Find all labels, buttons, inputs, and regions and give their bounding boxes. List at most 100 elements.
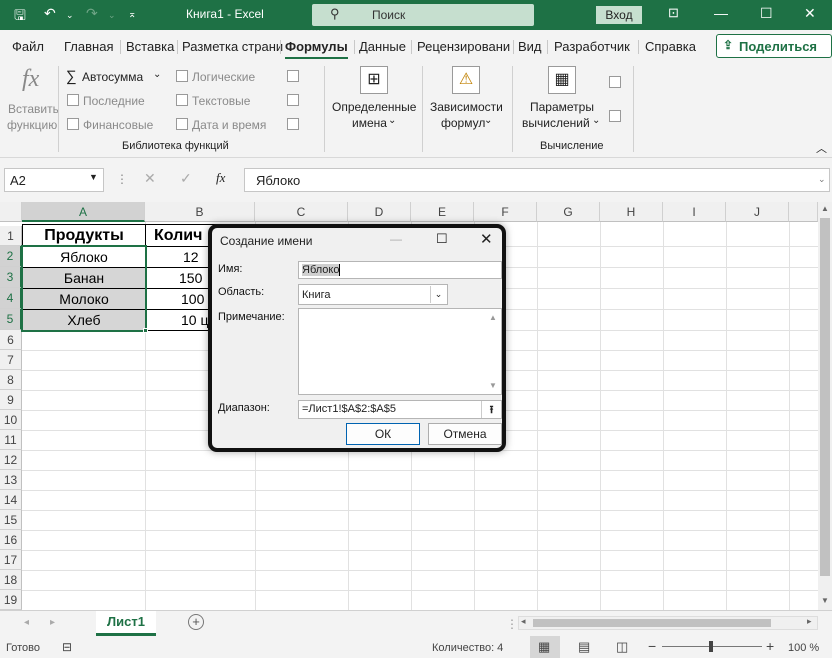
collapse-ribbon-icon[interactable]: ︿ [816,140,827,156]
customize-qat-icon[interactable]: ⌅ [128,9,136,20]
vertical-scrollbar[interactable]: ▲ ▼ [818,202,832,610]
row-header-3[interactable]: 3 [0,267,22,288]
tab-insert[interactable]: Вставка [126,39,174,54]
lookup-icon[interactable] [287,70,299,82]
maximize-icon[interactable]: ☐ [760,5,773,22]
column-header-h[interactable]: H [600,202,663,222]
sign-in-button[interactable]: Вход [596,6,642,24]
next-sheet-icon[interactable]: ▸ [50,617,55,628]
cell-a1[interactable]: Продукты [23,225,145,246]
tab-formulas[interactable]: Формулы [285,39,348,59]
calc-params-button-line2[interactable]: вычислений [522,116,590,130]
dialog-close-icon[interactable]: ✕ [480,230,493,248]
row-header-17[interactable]: 17 [0,550,22,570]
cancel-button[interactable]: Отмена [428,423,502,445]
autosum-dropdown-icon[interactable]: ⌄ [153,69,161,80]
tab-review[interactable]: Рецензировани [417,39,510,54]
comment-scroll-down-icon[interactable]: ▼ [489,381,497,390]
close-icon[interactable]: ✕ [804,5,816,22]
name-box-dropdown-icon[interactable]: ▼ [89,172,98,182]
row-header-15[interactable]: 15 [0,510,22,530]
add-sheet-icon[interactable]: + [188,614,204,630]
tab-page-layout[interactable]: Разметка страни [182,39,283,54]
comment-textarea[interactable]: ▲ ▼ [298,308,502,395]
math-icon[interactable] [287,94,299,106]
column-header-e[interactable]: E [411,202,474,222]
autosum-button[interactable]: Автосумма [82,70,143,84]
search-input[interactable]: ⚲ Поиск [312,4,534,26]
macro-record-icon[interactable]: ⊟ [62,640,72,654]
row-header-18[interactable]: 18 [0,570,22,590]
tab-developer[interactable]: Разработчик [554,39,630,54]
comment-scroll-up-icon[interactable]: ▲ [489,313,497,322]
column-header-j[interactable]: J [726,202,789,222]
more-functions-icon[interactable] [287,118,299,130]
logical-button[interactable]: Логические [192,70,255,84]
sheet-tab-list1[interactable]: Лист1 [96,611,156,636]
row-header-10[interactable]: 10 [0,410,22,430]
row-header-19[interactable]: 19 [0,590,22,610]
scope-select[interactable]: Книга ⌄ [298,284,448,305]
scroll-right-icon[interactable]: ▸ [807,616,812,627]
calc-sheet-icon[interactable] [609,110,621,122]
column-header-c[interactable]: C [255,202,348,222]
select-all-corner[interactable] [0,202,22,222]
undo-dropdown-icon[interactable]: ⌄ [66,10,74,21]
calc-now-icon[interactable] [609,76,621,88]
minimize-icon[interactable]: — [714,5,728,21]
save-icon[interactable]: 🖫 [14,5,26,29]
formula-input[interactable]: Яблоко [244,168,830,192]
insert-function-button-line1[interactable]: Вставить [8,102,59,116]
column-header-a[interactable]: A [22,202,145,222]
ribbon-display-icon[interactable]: ⊡ [668,5,679,21]
expand-formula-icon[interactable]: ⌄ [818,174,826,185]
page-layout-view-icon[interactable]: ▤ [578,639,590,655]
row-header-14[interactable]: 14 [0,490,22,510]
range-input[interactable]: =Лист1!$A$2:$A$5 ⭱ [298,400,502,419]
row-header-6[interactable]: 6 [0,330,22,350]
name-box[interactable]: A2 ▼ [4,168,104,192]
column-header-f[interactable]: F [474,202,537,222]
scroll-up-icon[interactable]: ▲ [821,204,829,213]
recent-button[interactable]: Последние [83,94,145,108]
zoom-level[interactable]: 100 % [788,642,819,654]
column-header-g[interactable]: G [537,202,600,222]
insert-function-button-line2[interactable]: функцию [7,118,57,132]
dependencies-button-line1[interactable]: Зависимости [430,100,503,114]
collapse-range-icon[interactable]: ⭱ [481,401,501,418]
horizontal-scroll-thumb[interactable] [533,619,771,627]
zoom-in-icon[interactable]: + [766,638,774,654]
text-button[interactable]: Текстовые [192,94,250,108]
row-header-5[interactable]: 5 [0,309,22,330]
tab-view[interactable]: Вид [518,39,542,54]
column-header-i[interactable]: I [663,202,726,222]
page-break-view-icon[interactable]: ◫ [616,639,628,655]
row-header-8[interactable]: 8 [0,370,22,390]
ok-button[interactable]: ОК [346,423,420,445]
horizontal-scrollbar[interactable]: ◂ ▸ [518,616,818,630]
name-input[interactable]: Яблоко [298,261,502,279]
calc-params-button-line1[interactable]: Параметры [530,100,594,114]
prev-sheet-icon[interactable]: ◂ [24,617,29,628]
scroll-down-icon[interactable]: ▼ [821,596,829,605]
row-header-16[interactable]: 16 [0,530,22,550]
column-header-b[interactable]: B [145,202,255,222]
share-button[interactable]: ⇪ Поделиться [716,34,832,58]
row-header-12[interactable]: 12 [0,450,22,470]
financial-button[interactable]: Финансовые [83,118,153,132]
fill-handle[interactable] [143,328,148,333]
row-header-7[interactable]: 7 [0,350,22,370]
tab-help[interactable]: Справка [645,39,696,54]
scroll-left-icon[interactable]: ◂ [521,616,526,627]
defined-names-button-line1[interactable]: Определенные [332,100,416,114]
row-header-4[interactable]: 4 [0,288,22,309]
column-header-d[interactable]: D [348,202,411,222]
tab-file[interactable]: Файл [12,39,44,54]
dialog-maximize-icon[interactable]: ☐ [436,231,448,247]
defined-names-button-line2[interactable]: имена [352,116,387,130]
zoom-out-icon[interactable]: − [648,638,656,654]
insert-function-fx-icon[interactable]: fx [216,170,225,186]
row-header-9[interactable]: 9 [0,390,22,410]
tab-home[interactable]: Главная [64,39,113,54]
vertical-scroll-thumb[interactable] [820,218,830,576]
